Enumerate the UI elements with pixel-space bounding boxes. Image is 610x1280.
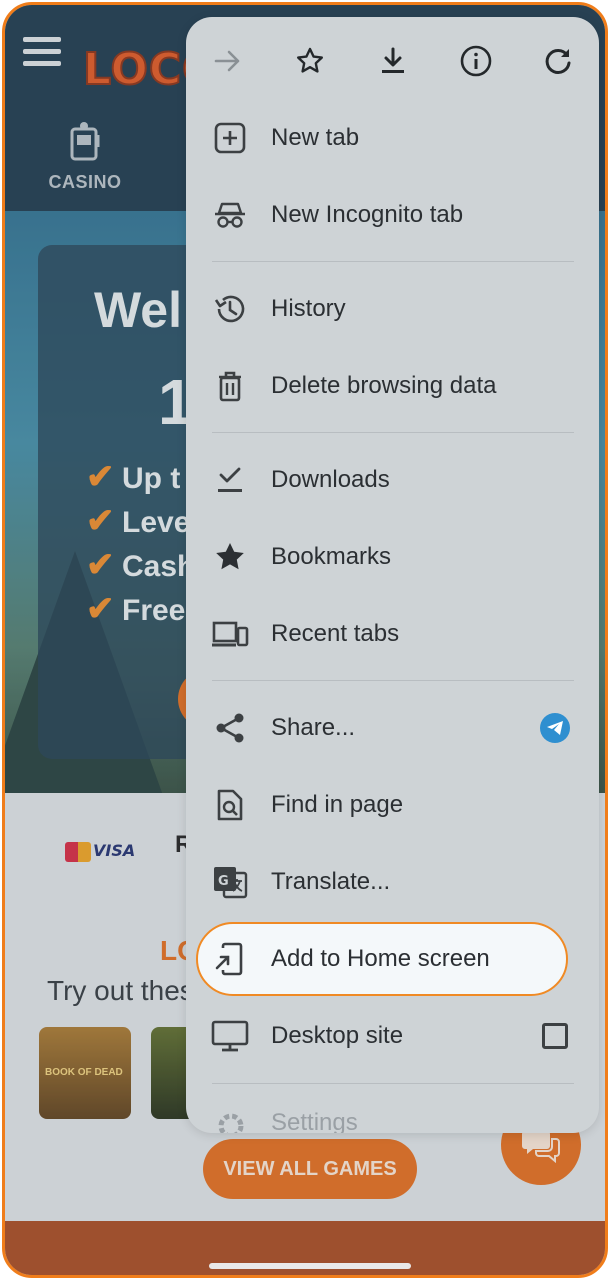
menu-item-new-incognito-tab[interactable]: New Incognito tab	[186, 180, 599, 250]
menu-divider	[212, 261, 574, 262]
devices-icon	[210, 614, 250, 654]
bookmark-star-icon[interactable]	[288, 39, 332, 83]
menu-item-recent-tabs[interactable]: Recent tabs	[186, 599, 599, 669]
find-icon	[210, 785, 250, 825]
reload-icon[interactable]	[536, 39, 580, 83]
menu-item-label: Bookmarks	[271, 543, 392, 570]
new-tab-icon	[210, 118, 250, 158]
info-icon[interactable]	[454, 39, 498, 83]
menu-divider	[212, 1083, 574, 1084]
menu-item-label: Desktop site	[271, 1022, 404, 1049]
menu-divider	[212, 432, 574, 433]
menu-item-label: Translate...	[271, 868, 391, 895]
translate-icon: G	[210, 862, 250, 902]
menu-item-label: Share...	[271, 714, 356, 741]
menu-item-label: Downloads	[271, 466, 390, 493]
menu-item-label: Delete browsing data	[271, 372, 497, 399]
menu-item-find-in-page[interactable]: Find in page	[186, 770, 599, 840]
menu-item-new-tab[interactable]: New tab	[186, 103, 599, 173]
telegram-icon[interactable]	[540, 713, 570, 743]
desktop-site-checkbox[interactable]	[542, 1023, 568, 1049]
menu-item-bookmarks[interactable]: Bookmarks	[186, 522, 599, 592]
menu-item-desktop-site[interactable]: Desktop site	[186, 1001, 599, 1071]
menu-item-label: New tab	[271, 124, 360, 151]
svg-text:G: G	[218, 874, 229, 889]
menu-item-label: Add to Home screen	[271, 945, 490, 972]
menu-item-label: Recent tabs	[271, 620, 400, 647]
incognito-icon	[210, 195, 250, 235]
menu-toolbar	[186, 17, 599, 103]
menu-divider	[212, 680, 574, 681]
menu-item-label: Find in page	[271, 791, 404, 818]
star-icon	[210, 537, 250, 577]
trash-icon	[210, 366, 250, 406]
gesture-navigation-bar[interactable]	[209, 1263, 411, 1269]
menu-item-share[interactable]: Share...	[186, 693, 599, 763]
settings-icon	[214, 1109, 254, 1133]
history-icon	[210, 289, 250, 329]
menu-item-add-to-home-screen[interactable]: Add to Home screen	[186, 924, 599, 994]
menu-item-label: New Incognito tab	[271, 201, 464, 228]
menu-item-settings[interactable]: Settings	[271, 1109, 358, 1133]
menu-item-downloads[interactable]: Downloads	[186, 445, 599, 515]
menu-item-translate[interactable]: G Translate...	[186, 847, 599, 917]
menu-item-label: History	[271, 295, 346, 322]
add-home-icon	[210, 939, 250, 979]
browser-overflow-menu: New tab New Incognito tab History Delete…	[186, 17, 599, 1133]
share-icon	[210, 708, 250, 748]
forward-icon[interactable]	[206, 39, 250, 83]
menu-item-history[interactable]: History	[186, 274, 599, 344]
download-icon[interactable]	[371, 39, 415, 83]
menu-item-delete-browsing-data[interactable]: Delete browsing data	[186, 351, 599, 421]
phone-frame: LOCO CASINO Wel 1 ✔ Up t ✔ Leve ✔ Cash ✔ Fre…	[2, 2, 608, 1278]
downloads-icon	[210, 460, 250, 500]
monitor-icon	[210, 1016, 250, 1056]
